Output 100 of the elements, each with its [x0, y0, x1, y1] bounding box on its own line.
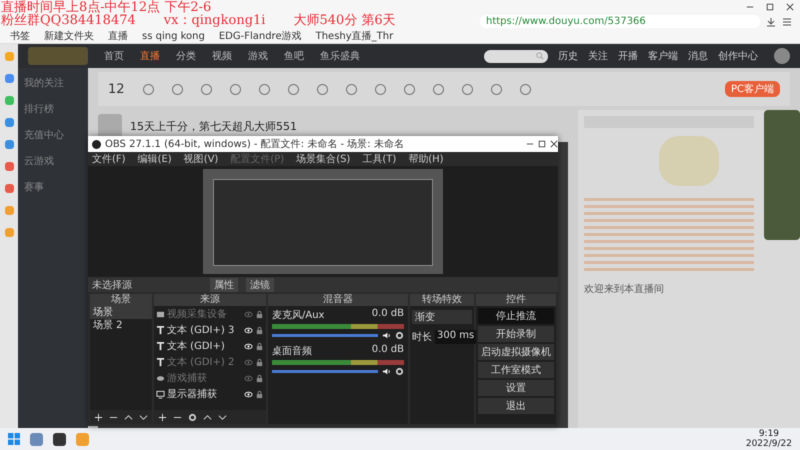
nav-tab[interactable]: 分类 — [176, 49, 196, 63]
lock-icon[interactable] — [255, 390, 264, 398]
bookmark-link[interactable]: 直播 — [108, 29, 128, 43]
maximize-icon[interactable] — [538, 140, 546, 148]
settings-icon[interactable] — [395, 331, 404, 340]
menu-item[interactable]: 编辑(E) — [138, 152, 172, 166]
sidebar-item[interactable]: 排行榜 — [24, 102, 82, 116]
bookmark-link[interactable]: ss qing kong — [142, 30, 205, 42]
streamer-avatar[interactable] — [98, 114, 122, 138]
duration-field[interactable]: 300 ms — [435, 330, 476, 344]
feature-icon[interactable] — [462, 84, 473, 94]
feature-icon[interactable] — [404, 84, 415, 94]
control-button[interactable]: 退出 — [478, 398, 554, 414]
control-button[interactable]: 启动虚拟摄像机 — [478, 344, 554, 360]
control-button[interactable]: 停止推流 — [478, 308, 554, 324]
close-icon[interactable] — [550, 140, 558, 148]
menu-item[interactable]: 场景集合(S) — [296, 152, 350, 166]
menu-item[interactable]: 视图(V) — [184, 152, 218, 166]
windows-start-icon[interactable] — [8, 433, 20, 445]
bookmark-link[interactable]: 新建文件夹 — [44, 29, 94, 43]
app-shortcut-icon[interactable] — [4, 228, 14, 237]
feature-icon[interactable] — [374, 84, 386, 94]
search-field[interactable] — [484, 50, 548, 62]
sidebar-item[interactable]: 充值中心 — [24, 128, 82, 142]
bookmark-link[interactable]: EDG-Flandre游戏 — [218, 29, 302, 43]
bookmark-link[interactable]: 书签 — [10, 29, 30, 43]
source-item[interactable]: 游戏捕获 — [167, 371, 242, 385]
menu-item[interactable]: 帮助(H) — [408, 152, 444, 166]
scene-item[interactable]: 场景 2 — [90, 319, 152, 332]
transition-select[interactable]: 渐变 — [412, 310, 472, 324]
source-item[interactable]: 文本 (GDI+) — [167, 339, 242, 353]
volume-slider[interactable] — [272, 370, 378, 373]
add-icon[interactable] — [158, 412, 167, 422]
scene-item[interactable]: 场景 — [90, 306, 152, 319]
volume-slider[interactable] — [272, 334, 378, 337]
settings-icon[interactable] — [188, 412, 197, 422]
address-bar[interactable]: https://www.douyu.com/537366 — [480, 15, 760, 28]
nav-tab[interactable]: 游戏 — [248, 49, 268, 63]
app-shortcut-icon[interactable] — [4, 162, 14, 171]
taskbar-app-icon[interactable] — [53, 432, 66, 446]
add-icon[interactable] — [94, 412, 103, 422]
source-item[interactable]: 视频采集设备 — [167, 307, 242, 321]
toolbar-button[interactable]: 属性 — [210, 278, 238, 292]
feature-icon[interactable] — [520, 84, 531, 94]
header-link[interactable]: 历史 — [558, 49, 578, 63]
lock-icon[interactable] — [255, 326, 264, 334]
avatar[interactable] — [774, 48, 790, 64]
app-shortcut-icon[interactable] — [4, 118, 14, 127]
move-down-icon[interactable] — [218, 412, 227, 422]
header-link[interactable]: 开播 — [618, 49, 638, 63]
settings-icon[interactable] — [395, 367, 404, 376]
app-shortcut-icon[interactable] — [4, 184, 14, 193]
nav-tab[interactable]: 首页 — [104, 49, 124, 63]
maximize-icon[interactable] — [766, 3, 774, 11]
feature-icon[interactable] — [230, 84, 241, 94]
feature-icon[interactable] — [200, 84, 212, 94]
feature-icon[interactable] — [432, 84, 444, 94]
move-up-icon[interactable] — [124, 412, 133, 422]
move-up-icon[interactable] — [203, 412, 212, 422]
nav-tab[interactable]: 直播 — [140, 49, 160, 63]
download-icon[interactable] — [766, 16, 776, 26]
feature-icon[interactable] — [288, 84, 299, 94]
close-icon[interactable] — [786, 3, 794, 11]
app-shortcut-icon[interactable] — [4, 140, 14, 149]
header-link[interactable]: 关注 — [588, 49, 608, 63]
nav-tab[interactable]: 鱼乐盛典 — [320, 49, 360, 63]
feature-icon[interactable] — [490, 84, 502, 94]
nav-tab[interactable]: 视频 — [212, 49, 232, 63]
header-link[interactable]: 消息 — [688, 49, 708, 63]
move-down-icon[interactable] — [139, 412, 148, 422]
source-item[interactable]: 文本 (GDI+) 2 — [167, 355, 242, 369]
sidebar-item[interactable]: 云游戏 — [24, 154, 82, 168]
menu-item[interactable]: 工具(T) — [362, 152, 396, 166]
lock-icon[interactable] — [255, 342, 264, 350]
app-shortcut-icon[interactable] — [4, 96, 14, 105]
lock-icon[interactable] — [255, 310, 264, 318]
control-button[interactable]: 设置 — [478, 380, 554, 396]
app-shortcut-icon[interactable] — [4, 52, 14, 61]
menu-item[interactable]: 文件(F) — [92, 152, 126, 166]
control-button[interactable]: 工作室模式 — [478, 362, 554, 378]
speaker-icon[interactable] — [382, 331, 391, 340]
source-item[interactable]: 显示器捕获 — [167, 387, 242, 401]
nav-tab[interactable]: 鱼吧 — [284, 49, 304, 63]
sidebar-item[interactable]: 我的关注 — [24, 76, 82, 90]
lock-icon[interactable] — [255, 374, 264, 382]
app-shortcut-icon[interactable] — [4, 74, 14, 83]
feature-icon[interactable] — [346, 84, 357, 94]
toolbar-button[interactable]: 滤镜 — [246, 278, 274, 292]
feature-icon[interactable] — [142, 84, 154, 94]
header-link[interactable]: 客户端 — [648, 49, 678, 63]
feature-icon[interactable] — [172, 84, 183, 94]
speaker-icon[interactable] — [382, 367, 391, 376]
menu-icon[interactable] — [782, 16, 792, 26]
app-shortcut-icon[interactable] — [4, 206, 14, 215]
source-item[interactable]: 文本 (GDI+) 3 — [167, 323, 242, 337]
sidebar-item[interactable]: 赛事 — [24, 180, 82, 194]
bookmark-link[interactable]: Theshy直播_Thr — [316, 29, 394, 43]
feature-icon[interactable] — [316, 84, 328, 94]
search-icon[interactable] — [536, 52, 544, 60]
control-button[interactable]: 开始录制 — [478, 326, 554, 342]
